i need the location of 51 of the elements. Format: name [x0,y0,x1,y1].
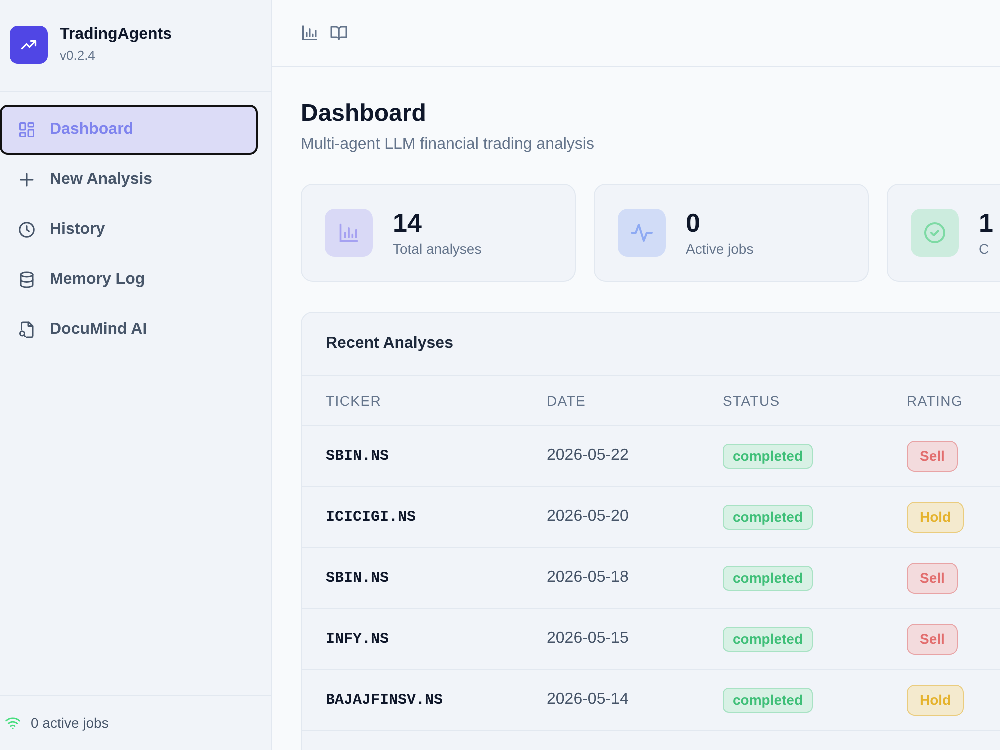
bar-chart-icon[interactable] [301,24,319,42]
ticker-cell: INFY.NS [326,630,390,648]
stat-label: Total analyses [393,240,482,258]
app-version: v0.2.4 [60,47,96,65]
date-cell: 2026-05-14 [547,691,629,709]
nav-item[interactable]: Memory Log [0,255,258,305]
bar-chart-icon [325,209,373,257]
nav-item[interactable]: New Analysis [0,155,258,205]
status-badge: completed [723,504,814,530]
rating-badge: Sell [907,562,958,594]
rating-badge: Hold [907,684,964,716]
page-title: Dashboard [301,99,426,129]
column-header: RATING [907,392,964,408]
rating-badge: Hold [907,502,964,532]
status-badge: completed [723,444,814,468]
app-name: TradingAgents [60,25,172,45]
ticker-cell: ICICIGI.NS [326,508,416,526]
rating-badge: Sell [907,624,958,654]
date-cell: 2026-05-20 [547,508,629,526]
stat-value: 14 [393,208,422,238]
trending-up-logo-icon [10,26,48,64]
date-cell: 2026-05-22 [547,447,629,465]
stat-value: 0 [686,208,700,238]
stat-label: C [979,240,990,258]
date-cell: 2026-05-15 [547,630,629,648]
clock-icon [18,221,36,239]
nav-item[interactable]: History [0,205,258,255]
pulse-icon [618,209,666,257]
file-search-icon [18,321,36,339]
date-cell: 2026-05-18 [547,569,629,587]
ticker-cell: BAJAJFINSV.NS [326,692,444,708]
active-jobs-status: 0 active jobs [31,715,109,731]
plus-icon [18,171,36,189]
dashboard-grid-icon [18,121,36,139]
page-subtitle: Multi-agent LLM financial trading analysis [301,135,594,155]
database-icon [18,271,36,289]
ticker-cell: SBIN.NS [326,570,390,586]
card-title: Recent Analyses [326,335,454,353]
status-badge: completed [723,688,814,712]
rating-badge: Sell [907,440,958,472]
status-badge: completed [723,626,814,652]
ticker-cell: SBIN.NS [326,448,390,464]
nav-item[interactable]: DocuMind AI [0,305,258,355]
stat-label: Active jobs [686,240,754,258]
stat-value: 1 [979,208,994,238]
open-book-icon[interactable] [330,24,348,42]
wifi-icon [5,716,21,730]
status-badge: completed [723,566,814,590]
column-header: DATE [547,392,586,408]
column-header: TICKER [326,392,382,408]
column-header: STATUS [723,392,780,408]
